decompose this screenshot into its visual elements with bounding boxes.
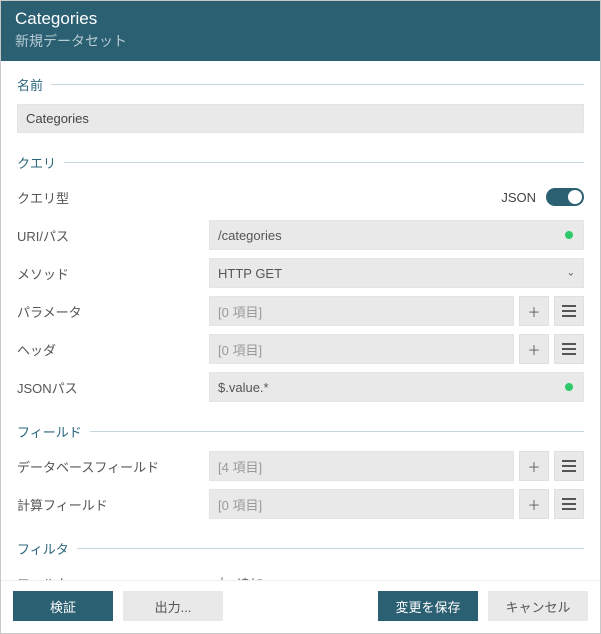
query-type-value: JSON xyxy=(501,190,536,205)
query-type-toggle[interactable] xyxy=(546,188,584,206)
method-select[interactable]: HTTP GET ⌄ xyxy=(209,258,584,288)
plus-icon: ＋ xyxy=(527,495,540,514)
cancel-button[interactable]: キャンセル xyxy=(488,591,588,621)
headers-list-button[interactable] xyxy=(554,334,584,364)
dialog-header: Categories 新規データセット xyxy=(1,1,600,61)
divider xyxy=(77,548,584,549)
params-add-button[interactable]: ＋ xyxy=(519,296,549,326)
params-label: パラメータ xyxy=(17,302,209,321)
uri-row: URI/パス /categories xyxy=(17,220,584,250)
chevron-down-icon: ⌄ xyxy=(567,268,575,279)
calc-fields-add-button[interactable]: ＋ xyxy=(519,489,549,519)
plus-icon: ＋ xyxy=(527,340,540,359)
headers-row: ヘッダ [0 項目] ＋ xyxy=(17,334,584,364)
calc-fields-row: 計算フィールド [0 項目] ＋ xyxy=(17,489,584,519)
save-button[interactable]: 変更を保存 xyxy=(378,591,478,621)
uri-label: URI/パス xyxy=(17,226,209,245)
headers-label: ヘッダ xyxy=(17,340,209,359)
section-heading-fields: フィールド xyxy=(17,422,584,441)
jsonpath-value: $.value.* xyxy=(218,380,269,395)
params-placeholder: [0 項目] xyxy=(218,302,262,321)
db-fields-row: データベースフィールド [4 項目] ＋ xyxy=(17,451,584,481)
headers-input[interactable]: [0 項目] xyxy=(209,334,514,364)
uri-value: /categories xyxy=(218,228,282,243)
list-icon xyxy=(561,497,577,511)
filter-add-button[interactable]: ＋ 追加... xyxy=(209,568,584,580)
db-fields-add-button[interactable]: ＋ xyxy=(519,451,549,481)
method-label: メソッド xyxy=(17,264,209,283)
db-fields-list-button[interactable] xyxy=(554,451,584,481)
plus-icon: ＋ xyxy=(215,573,229,580)
db-fields-input[interactable]: [4 項目] xyxy=(209,451,514,481)
query-type-row: クエリ型 JSON xyxy=(17,182,584,212)
divider xyxy=(90,431,584,432)
jsonpath-input[interactable]: $.value.* xyxy=(209,372,584,402)
section-heading-label: フィールド xyxy=(17,422,82,441)
divider xyxy=(64,162,584,163)
list-icon xyxy=(561,459,577,473)
calc-fields-label: 計算フィールド xyxy=(17,495,209,514)
list-icon xyxy=(561,304,577,318)
section-filter: フィルタ フィルター ＋ 追加... xyxy=(17,539,584,580)
method-row: メソッド HTTP GET ⌄ xyxy=(17,258,584,288)
dialog-footer: 検証 出力... 変更を保存 キャンセル xyxy=(1,580,600,633)
section-heading-label: 名前 xyxy=(17,75,43,94)
params-input[interactable]: [0 項目] xyxy=(209,296,514,326)
jsonpath-label: JSONパス xyxy=(17,378,209,397)
section-heading-filter: フィルタ xyxy=(17,539,584,558)
header-subtitle: 新規データセット xyxy=(15,31,586,51)
output-button[interactable]: 出力... xyxy=(123,591,223,621)
header-title: Categories xyxy=(15,9,586,29)
db-fields-label: データベースフィールド xyxy=(17,457,209,476)
validate-button[interactable]: 検証 xyxy=(13,591,113,621)
headers-placeholder: [0 項目] xyxy=(218,340,262,359)
headers-add-button[interactable]: ＋ xyxy=(519,334,549,364)
section-heading-label: フィルタ xyxy=(17,539,69,558)
dialog-body: 名前 クエリ クエリ型 JSON URI/パス /categories xyxy=(1,61,600,580)
section-fields: フィールド データベースフィールド [4 項目] ＋ 計算フィールド xyxy=(17,422,584,519)
plus-icon: ＋ xyxy=(527,302,540,321)
section-heading-query: クエリ xyxy=(17,153,584,172)
uri-input[interactable]: /categories xyxy=(209,220,584,250)
jsonpath-row: JSONパス $.value.* xyxy=(17,372,584,402)
filter-row: フィルター ＋ 追加... xyxy=(17,568,584,580)
section-heading-name: 名前 xyxy=(17,75,584,94)
params-list-button[interactable] xyxy=(554,296,584,326)
section-name: 名前 xyxy=(17,75,584,133)
calc-fields-input[interactable]: [0 項目] xyxy=(209,489,514,519)
calc-fields-placeholder: [0 項目] xyxy=(218,495,262,514)
calc-fields-list-button[interactable] xyxy=(554,489,584,519)
section-heading-label: クエリ xyxy=(17,153,56,172)
status-dot-icon xyxy=(565,383,573,391)
plus-icon: ＋ xyxy=(527,457,540,476)
section-query: クエリ クエリ型 JSON URI/パス /categories メソッド xyxy=(17,153,584,402)
divider xyxy=(51,84,584,85)
name-input[interactable] xyxy=(17,104,584,133)
query-type-label: クエリ型 xyxy=(17,188,209,207)
status-dot-icon xyxy=(565,231,573,239)
params-row: パラメータ [0 項目] ＋ xyxy=(17,296,584,326)
list-icon xyxy=(561,342,577,356)
db-fields-placeholder: [4 項目] xyxy=(218,457,262,476)
method-value: HTTP GET xyxy=(218,266,282,281)
